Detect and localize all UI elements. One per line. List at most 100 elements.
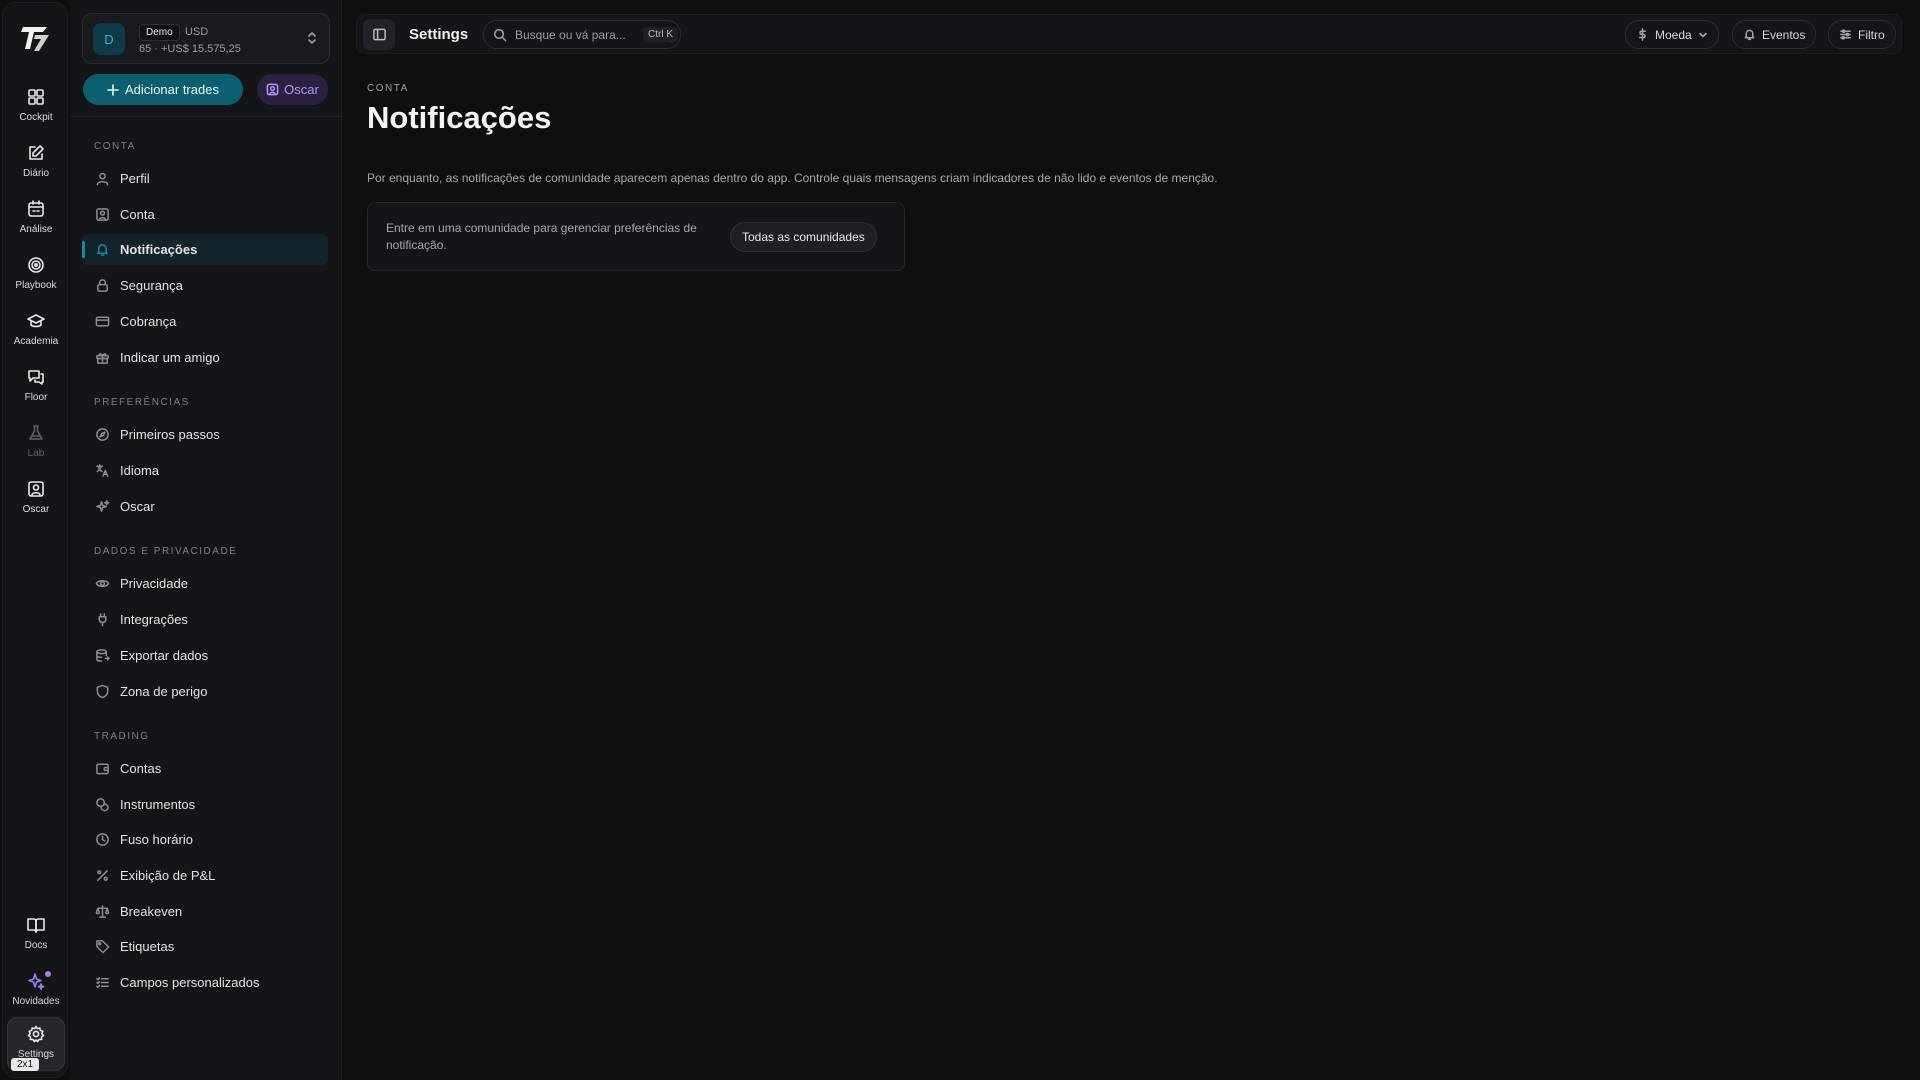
book-icon — [27, 918, 45, 933]
tag-icon — [96, 940, 110, 954]
nav-item-exportar-dados[interactable]: Exportar dados — [82, 640, 328, 671]
credit-card-icon — [95, 316, 110, 327]
nav-item-label: Exibição de P&L — [120, 868, 216, 883]
app-logo-icon[interactable] — [19, 21, 53, 55]
rail-item-floor[interactable]: Floor — [7, 361, 65, 415]
add-trades-button[interactable]: Adicionar trades — [83, 74, 243, 105]
account-summary: 65 · +US$ 15.575,25 — [139, 43, 241, 55]
nav-item-perfil[interactable]: Perfil — [82, 163, 328, 194]
chevron-up-down-icon — [308, 32, 316, 44]
all-communities-button[interactable]: Todas as comunidades — [730, 222, 877, 252]
section-title-preferencias: PREFERÊNCIAS — [94, 397, 190, 408]
nav-item-label: Contas — [120, 761, 162, 776]
rail-item-docs[interactable]: Docs — [7, 909, 65, 963]
nav-item-seguranca[interactable]: Segurança — [82, 270, 328, 301]
oscar-button-label: Oscar — [284, 82, 319, 97]
plus-icon — [107, 83, 119, 96]
nav-item-breakeven[interactable]: Breakeven — [82, 896, 328, 927]
search-box[interactable]: Ctrl K — [483, 20, 681, 49]
nav-item-conta[interactable]: Conta — [82, 199, 328, 230]
nav-item-primeiros-passos[interactable]: Primeiros passos — [82, 419, 328, 450]
divider — [70, 116, 341, 117]
shield-icon — [96, 684, 109, 699]
rail-label: Diário — [22, 168, 50, 179]
graduation-cap-icon — [27, 314, 45, 328]
nav-item-label: Segurança — [120, 278, 183, 293]
compass-icon — [96, 428, 109, 441]
user-icon — [96, 172, 109, 186]
rail-label: Oscar — [22, 504, 50, 515]
account-currency: USD — [185, 26, 209, 38]
nav-item-contas[interactable]: Contas — [82, 753, 328, 784]
sidebar-toggle-button[interactable] — [363, 19, 395, 50]
add-trades-label: Adicionar trades — [125, 82, 219, 97]
percent-icon — [97, 870, 108, 881]
chevron-down-icon — [1698, 32, 1707, 37]
nav-item-zona-perigo[interactable]: Zona de perigo — [82, 676, 328, 707]
gear-icon — [27, 1025, 45, 1043]
sidebar-toggle-icon — [372, 28, 386, 41]
rail-item-diario[interactable]: Diário — [7, 137, 65, 191]
community-notice-card: Entre em uma comunidade para gerenciar p… — [367, 202, 905, 271]
top-bar: Settings Ctrl K Moeda Eventos Filtro — [356, 14, 1902, 54]
nav-item-etiquetas[interactable]: Etiquetas — [82, 931, 328, 962]
events-button[interactable]: Eventos — [1732, 20, 1817, 49]
section-breadcrumb: CONTA — [367, 83, 409, 94]
rail-label: Floor — [24, 392, 48, 403]
rail-item-lab[interactable]: Lab — [7, 417, 65, 471]
rail-label: Playbook — [15, 280, 57, 291]
nav-item-label: Oscar — [120, 499, 155, 514]
rail-item-playbook[interactable]: Playbook — [7, 249, 65, 303]
filter-label: Filtro — [1858, 27, 1885, 42]
nav-item-notificacoes[interactable]: Notificações — [82, 234, 328, 265]
filter-button[interactable]: Filtro — [1828, 20, 1896, 49]
nav-item-label: Fuso horário — [120, 832, 193, 847]
nav-item-exibicao-pl[interactable]: Exibição de P&L — [82, 860, 328, 891]
chat-icon — [28, 370, 44, 385]
search-icon — [493, 28, 507, 41]
oscar-button[interactable]: Oscar — [257, 74, 328, 105]
nav-item-instrumentos[interactable]: Instrumentos — [82, 789, 328, 820]
edit-note-icon — [29, 145, 44, 160]
nav-item-label: Breakeven — [120, 904, 183, 919]
nav-item-label: Cobrança — [120, 314, 177, 329]
section-title-trading: TRADING — [94, 731, 150, 742]
dollar-icon — [1638, 28, 1647, 41]
currency-dropdown[interactable]: Moeda — [1625, 20, 1719, 49]
rail-item-oscar[interactable]: Oscar — [7, 473, 65, 527]
sliders-icon — [1840, 29, 1851, 40]
search-shortcut: Ctrl K — [643, 27, 678, 42]
nav-item-idioma[interactable]: Idioma — [82, 455, 328, 486]
page-description: Por enquanto, as notificações de comunid… — [367, 171, 1218, 185]
rail-item-novidades[interactable]: Novidades — [7, 965, 65, 1019]
nav-item-oscar[interactable]: Oscar — [82, 491, 328, 522]
nav-item-integracoes[interactable]: Integrações — [82, 604, 328, 635]
lock-icon — [97, 279, 108, 292]
icon-rail: Cockpit Diário Análise Playbook Academia… — [2, 2, 68, 1078]
zoom-badge: 2x1 — [11, 1058, 40, 1071]
nav-item-cobranca[interactable]: Cobrança — [82, 306, 328, 337]
rail-item-cockpit[interactable]: Cockpit — [7, 81, 65, 135]
rail-label: Lab — [27, 448, 45, 459]
account-switcher[interactable]: D Demo USD 65 · +US$ 15.575,25 — [82, 13, 330, 64]
search-input[interactable] — [515, 27, 635, 42]
section-title-dados-privacidade: DADOS E PRIVACIDADE — [94, 546, 238, 557]
nav-item-campos-personalizados[interactable]: Campos personalizados — [82, 967, 328, 998]
nav-item-fuso-horario[interactable]: Fuso horário — [82, 824, 328, 855]
rail-item-academia[interactable]: Academia — [7, 305, 65, 359]
nav-item-indicar-amigo[interactable]: Indicar um amigo — [82, 342, 328, 373]
nav-item-privacidade[interactable]: Privacidade — [82, 568, 328, 599]
notification-dot — [45, 971, 51, 977]
user-square-icon — [28, 481, 44, 497]
sparkles-icon — [96, 500, 110, 512]
nav-item-label: Instrumentos — [120, 797, 196, 812]
events-label: Eventos — [1762, 27, 1806, 42]
nav-item-label: Primeiros passos — [120, 427, 220, 442]
nav-item-label: Perfil — [120, 171, 150, 186]
bell-icon — [1744, 29, 1755, 41]
sparkles-icon — [28, 973, 45, 990]
nav-item-label: Notificações — [120, 242, 198, 257]
rail-item-analise[interactable]: Análise — [7, 193, 65, 247]
nav-item-label: Idioma — [120, 463, 160, 478]
nav-item-label: Campos personalizados — [120, 975, 260, 990]
